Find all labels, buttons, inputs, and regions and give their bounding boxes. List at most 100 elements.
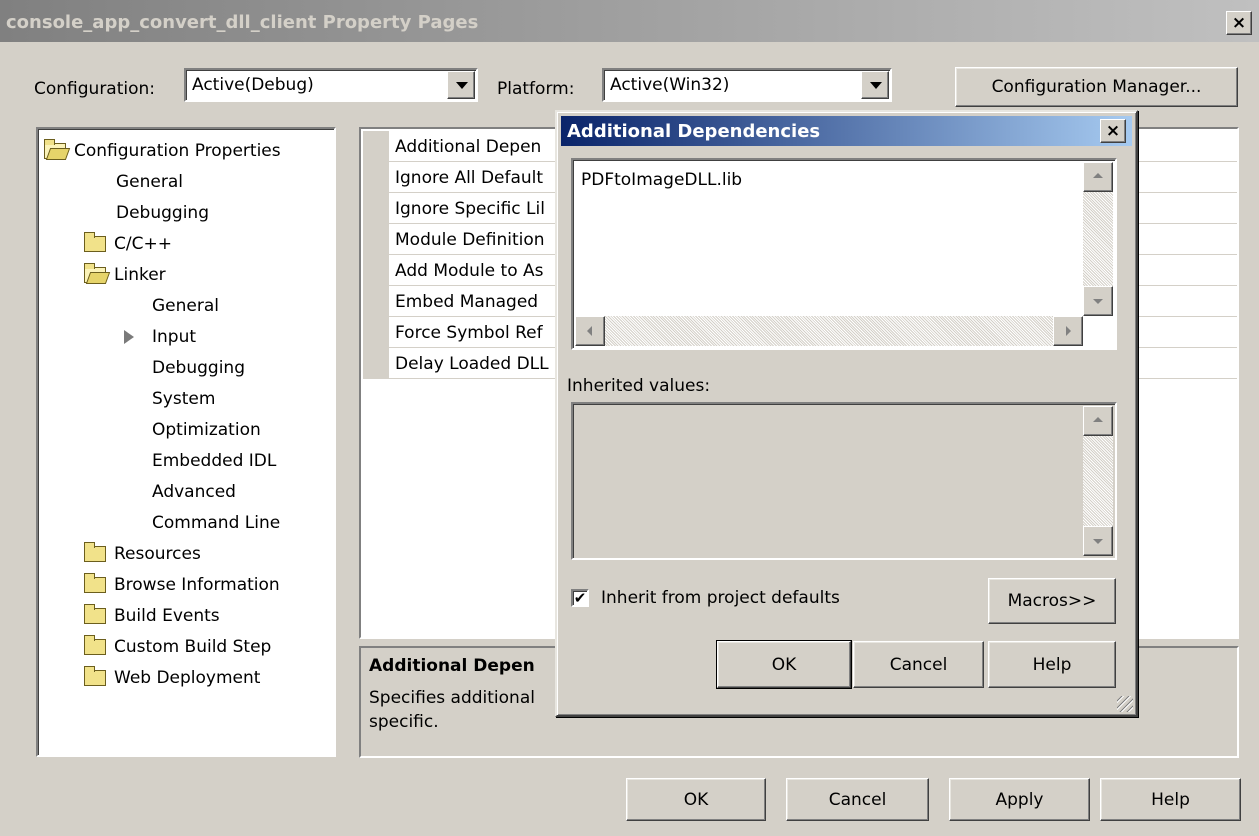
dialog-ok-button[interactable]: OK [716,640,852,689]
tree-item-web-deployment[interactable]: Web Deployment [84,665,260,691]
apply-button[interactable]: Apply [949,778,1090,821]
inherit-checkbox-label[interactable]: Inherit from project defaults [601,588,840,608]
configuration-manager-label: Configuration Manager... [991,77,1202,97]
platform-dropdown[interactable]: Active(Win32) [602,68,892,102]
scroll-up-icon[interactable] [1083,162,1113,192]
tree-item-label: System [152,389,216,409]
property-tree[interactable]: Configuration Properties General Debuggi… [36,127,336,757]
apply-button-label: Apply [995,789,1044,810]
grid-row-label: Additional Depen [395,137,542,157]
tree-item-label: Embedded IDL [152,451,277,471]
tree-item-label: Custom Build Step [114,637,272,657]
tree-item-general[interactable]: General [116,169,183,195]
grid-row-label: Embed Managed [395,292,539,312]
tree-item-linker-input[interactable]: Input [152,324,196,350]
tree-item-custom-build-step[interactable]: Custom Build Step [84,634,271,660]
scroll-left-icon[interactable] [575,316,605,346]
dependencies-edit-box[interactable]: PDFtoImageDLL.lib [571,158,1117,350]
tree-item-cpp[interactable]: C/C++ [84,231,172,257]
tree-item-resources[interactable]: Resources [84,541,201,567]
configuration-manager-button[interactable]: Configuration Manager... [955,67,1238,107]
cancel-button[interactable]: Cancel [786,778,929,821]
tree-item-label: Debugging [116,203,209,223]
tree-item-configuration-properties[interactable]: Configuration Properties [44,138,281,164]
inherit-checkbox-row[interactable]: ✔ Inherit from project defaults [571,588,840,608]
resize-grip-icon[interactable] [1117,696,1133,712]
scroll-down-icon[interactable] [1083,286,1113,316]
tree-item-label: Configuration Properties [74,141,281,161]
tree-item-linker-embedded-idl[interactable]: Embedded IDL [152,448,276,474]
vertical-scrollbar[interactable] [1083,162,1113,316]
grid-row-gutter [363,255,389,285]
tree-item-linker-general[interactable]: General [152,293,219,319]
configuration-label: Configuration: [34,79,156,99]
description-title: Additional Depen [369,656,535,676]
tree-item-linker-advanced[interactable]: Advanced [152,479,236,505]
additional-dependencies-dialog[interactable]: Additional Dependencies × PDFtoImageDLL.… [555,110,1138,717]
horizontal-scrollbar[interactable] [575,316,1083,346]
grid-row-label: Delay Loaded DLL [395,354,549,374]
grid-row-gutter [363,286,389,316]
tree-item-browse-information[interactable]: Browse Information [84,572,280,598]
ok-button[interactable]: OK [626,778,766,821]
help-button-label: Help [1151,789,1190,810]
tree-item-label: Web Deployment [114,668,261,688]
arrow-right-icon [124,330,134,344]
folder-icon [84,604,106,624]
scroll-right-icon[interactable] [1053,316,1083,346]
configuration-dropdown[interactable]: Active(Debug) [184,68,478,102]
tree-item-label: Browse Information [114,575,280,595]
dialog-title: Additional Dependencies [567,121,821,142]
help-button[interactable]: Help [1100,778,1241,821]
chevron-down-icon[interactable] [447,71,475,99]
tree-item-linker-command-line[interactable]: Command Line [152,510,280,536]
dialog-close-button[interactable]: × [1100,119,1126,143]
dependencies-value[interactable]: PDFtoImageDLL.lib [581,170,742,190]
inherited-values-box [571,402,1117,560]
scroll-up-icon[interactable] [1083,406,1113,436]
tree-item-linker-optimization[interactable]: Optimization [152,417,261,443]
tree-item-label: Linker [114,265,166,285]
cancel-button-label: Cancel [828,789,887,810]
tree-item-debugging[interactable]: Debugging [116,200,209,226]
dialog-cancel-button[interactable]: Cancel [853,641,984,688]
tree-item-label: Input [152,327,197,347]
tree-item-linker-system[interactable]: System [152,386,215,412]
window-close-button[interactable]: × [1226,11,1252,35]
folder-icon [84,666,106,686]
tree-item-linker-debugging[interactable]: Debugging [152,355,245,381]
vertical-scrollbar[interactable] [1083,406,1113,556]
folder-icon [84,542,106,562]
window-title: console_app_convert_dll_client Property … [6,12,479,33]
inherited-values-label: Inherited values: [567,376,711,396]
tree-item-label: General [152,296,219,316]
window-title-bar[interactable]: console_app_convert_dll_client Property … [0,0,1259,42]
checkmark-icon: ✔ [573,589,587,607]
chevron-down-icon[interactable] [861,71,889,99]
grid-row-label: Ignore All Default [395,168,544,188]
macros-button-label: Macros>> [1007,591,1097,611]
grid-row-label: Ignore Specific Lil [395,199,545,219]
tree-item-linker[interactable]: Linker [84,262,166,288]
tree-item-label: Optimization [152,420,261,440]
tree-item-label: Build Events [114,606,220,626]
folder-open-icon [84,263,106,283]
scroll-down-icon[interactable] [1083,526,1113,556]
tree-item-label: Advanced [152,482,236,502]
dialog-title-bar[interactable]: Additional Dependencies × [561,116,1132,146]
inherit-checkbox[interactable]: ✔ [571,589,589,607]
grid-row-gutter [363,224,389,254]
grid-row-label: Module Definition [395,230,545,250]
folder-icon [84,635,106,655]
dialog-help-button[interactable]: Help [988,641,1116,688]
grid-row-gutter [363,131,389,161]
tree-item-label: Debugging [152,358,245,378]
tree-item-label: Command Line [152,513,281,533]
folder-icon [84,573,106,593]
grid-row-label: Add Module to As [395,261,544,281]
macros-button[interactable]: Macros>> [988,578,1116,624]
tree-item-build-events[interactable]: Build Events [84,603,220,629]
grid-row-gutter [363,317,389,347]
platform-value: Active(Win32) [610,75,730,95]
folder-open-icon [44,139,66,159]
